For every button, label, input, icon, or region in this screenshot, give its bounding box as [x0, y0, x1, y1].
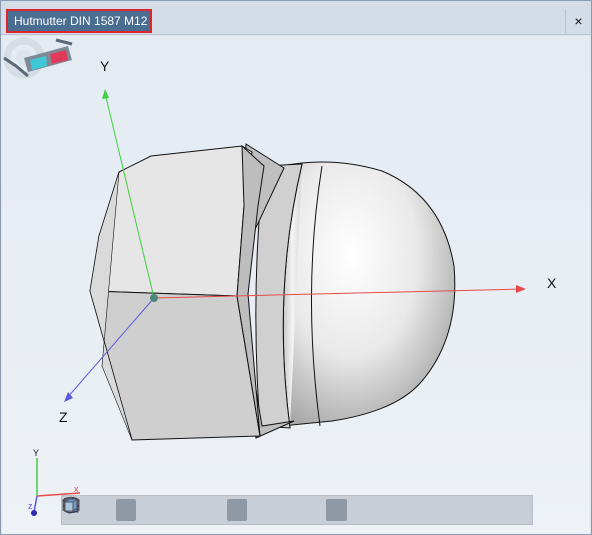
transparency-button[interactable] [64, 497, 347, 521]
x-axis-arrow [516, 285, 526, 293]
mini-y-label: Y [33, 448, 40, 458]
view-back-button[interactable] [64, 498, 408, 521]
title-highlight: Hutmutter DIN 1587 M12 [6, 9, 152, 33]
zoom-window-button[interactable] [64, 498, 198, 521]
view-iso-button[interactable] [63, 498, 532, 521]
rotate-button[interactable] [63, 498, 223, 521]
window-title: Hutmutter DIN 1587 M12 [14, 14, 148, 28]
viewer-window: Hutmutter DIN 1587 M12 × Y X Z Y x z [0, 0, 592, 535]
y-axis-label: Y [100, 58, 110, 74]
view-bottom-button[interactable] [64, 498, 507, 521]
title-bar: Hutmutter DIN 1587 M12 × [1, 1, 591, 35]
view-top-button[interactable] [64, 498, 483, 521]
view-right-button[interactable] [64, 498, 458, 521]
view-left-button[interactable] [63, 498, 433, 521]
x-axis-label: X [547, 275, 557, 291]
view-shaded-button[interactable] [63, 497, 112, 521]
section-button[interactable] [63, 498, 297, 521]
view-iso-icon [63, 498, 79, 512]
mini-x-label: x [74, 484, 79, 494]
dimension-button[interactable] [62, 499, 248, 521]
mini-z-label: z [28, 501, 33, 511]
view-toolbar [61, 495, 533, 525]
z-axis-label: Z [59, 409, 68, 425]
z-axis-arrow [64, 392, 73, 402]
view-front-button[interactable] [64, 498, 383, 521]
3d-viewport[interactable]: Y X Z Y x z [2, 36, 590, 534]
close-button[interactable]: × [565, 9, 591, 33]
view-solid-button[interactable] [63, 497, 137, 521]
close-icon: × [574, 13, 583, 29]
mesh-button[interactable] [62, 496, 272, 521]
y-axis-arrow [102, 89, 109, 99]
zoom-button[interactable] [63, 497, 173, 521]
origin-point [150, 294, 158, 302]
cad-model-view [31, 89, 526, 516]
color-button[interactable] [64, 497, 322, 521]
